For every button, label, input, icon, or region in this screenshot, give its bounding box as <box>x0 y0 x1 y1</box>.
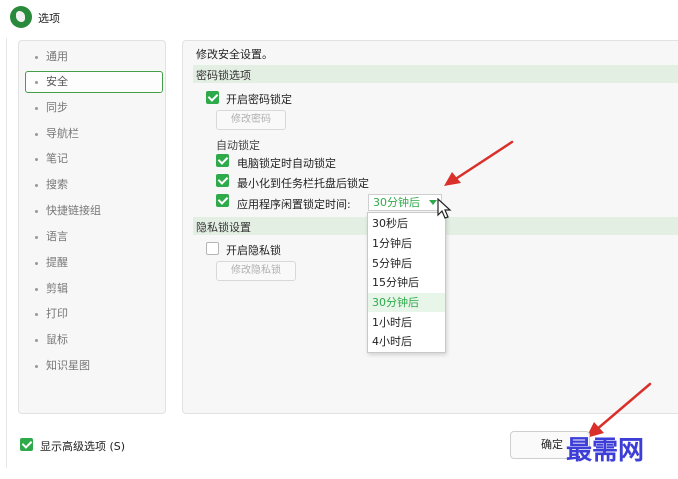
sidebar-item-label: 剪辑 <box>46 282 68 295</box>
title-bar: 选项 <box>0 0 678 32</box>
sidebar-item-language[interactable]: 语言 <box>25 226 163 248</box>
sidebar-item-label: 语言 <box>46 230 68 243</box>
sidebar-item-mouse[interactable]: 鼠标 <box>25 329 163 351</box>
show-advanced-label: 显示高级选项 (S) <box>40 440 126 453</box>
sidebar-item-label: 打印 <box>46 307 68 320</box>
dropdown-option[interactable]: 5分钟后 <box>368 254 445 273</box>
password-section-title: 密码锁选项 <box>196 69 251 82</box>
sidebar-item-label: 通用 <box>46 50 68 63</box>
enable-password-lock-label: 开启密码锁定 <box>226 93 292 106</box>
sidebar-item-search[interactable]: 搜索 <box>25 174 163 196</box>
chevron-down-icon <box>429 200 437 205</box>
password-section-header <box>193 65 678 83</box>
show-advanced-checkbox[interactable] <box>20 438 33 451</box>
bullet-icon <box>35 209 38 213</box>
lock-on-sleep-label: 电脑锁定时自动锁定 <box>237 157 336 170</box>
sidebar-item-clipping[interactable]: 剪辑 <box>25 278 163 300</box>
sidebar-item-knowledge-graph[interactable]: 知识星图 <box>25 355 163 377</box>
sidebar-item-label: 笔记 <box>46 152 68 165</box>
dropdown-option[interactable]: 30秒后 <box>368 214 445 233</box>
lock-on-sleep-checkbox[interactable] <box>216 154 229 167</box>
sidebar-item-label: 导航栏 <box>46 127 79 140</box>
sidebar-item-general[interactable]: 通用 <box>25 46 163 68</box>
dropdown-option-selected[interactable]: 30分钟后 <box>368 293 445 312</box>
change-privacy-lock-button[interactable]: 修改隐私锁 <box>216 261 296 281</box>
enable-privacy-lock-label: 开启隐私锁 <box>226 244 281 257</box>
bullet-icon <box>35 312 38 316</box>
window-title: 选项 <box>38 12 60 25</box>
idle-lock-time-select[interactable]: 30分钟后 <box>368 194 442 211</box>
bullet-icon <box>35 80 38 84</box>
change-password-button[interactable]: 修改密码 <box>216 110 286 130</box>
bullet-icon <box>35 106 38 110</box>
sidebar-item-notes[interactable]: 笔记 <box>25 148 163 170</box>
window-border <box>6 38 7 468</box>
sidebar-item-print[interactable]: 打印 <box>25 303 163 325</box>
auto-lock-label: 自动锁定 <box>216 139 260 152</box>
enable-password-lock-checkbox[interactable] <box>206 91 219 104</box>
idle-lock-label: 应用程序闲置锁定时间: <box>237 198 351 211</box>
bullet-icon <box>35 183 38 187</box>
sidebar-item-quick-links[interactable]: 快捷链接组 <box>25 200 163 222</box>
page-title: 修改安全设置。 <box>196 48 273 61</box>
watermark-text: 最需网 <box>566 436 645 466</box>
sidebar-item-label: 提醒 <box>46 256 68 269</box>
app-logo-icon <box>10 6 32 28</box>
bullet-icon <box>35 132 38 136</box>
dropdown-option[interactable]: 1分钟后 <box>368 234 445 253</box>
sidebar-item-label: 搜索 <box>46 178 68 191</box>
sidebar-item-reminders[interactable]: 提醒 <box>25 252 163 274</box>
dropdown-option[interactable]: 4小时后 <box>368 332 445 351</box>
idle-lock-time-dropdown: 30秒后 1分钟后 5分钟后 15分钟后 30分钟后 1小时后 4小时后 <box>367 212 446 353</box>
bullet-icon <box>35 338 38 342</box>
sidebar-item-sync[interactable]: 同步 <box>25 97 163 119</box>
dropdown-option[interactable]: 15分钟后 <box>368 273 445 292</box>
bullet-icon <box>35 364 38 368</box>
dropdown-option[interactable]: 1小时后 <box>368 313 445 332</box>
privacy-section-title: 隐私锁设置 <box>196 221 251 234</box>
idle-lock-checkbox[interactable] <box>216 194 229 207</box>
bullet-icon <box>35 261 38 265</box>
lock-on-minimize-label: 最小化到任务栏托盘后锁定 <box>237 177 369 190</box>
sidebar-item-navbar[interactable]: 导航栏 <box>25 123 163 145</box>
sidebar-item-label: 鼠标 <box>46 333 68 346</box>
bullet-icon <box>35 287 38 291</box>
sidebar-item-label: 知识星图 <box>46 359 90 372</box>
mouse-pointer-icon <box>437 198 452 219</box>
enable-privacy-lock-checkbox[interactable] <box>206 242 219 255</box>
options-sidebar: 通用 安全 同步 导航栏 笔记 搜索 快捷链接组 语言 提醒 剪辑 打印 鼠标 … <box>18 40 166 414</box>
sidebar-item-label: 同步 <box>46 101 68 114</box>
idle-lock-time-value: 30分钟后 <box>373 196 420 209</box>
sidebar-item-label: 安全 <box>46 75 68 88</box>
annotation-arrow-icon <box>444 140 514 186</box>
bullet-icon <box>35 55 38 59</box>
bullet-icon <box>35 235 38 239</box>
lock-on-minimize-checkbox[interactable] <box>216 174 229 187</box>
bullet-icon <box>35 157 38 161</box>
sidebar-item-label: 快捷链接组 <box>46 204 101 217</box>
sidebar-item-security[interactable]: 安全 <box>25 71 163 93</box>
